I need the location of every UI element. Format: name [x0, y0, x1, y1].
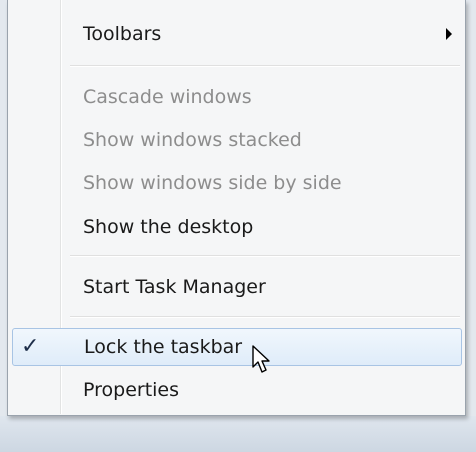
menu-item-lock-taskbar[interactable]: ✓ Lock the taskbar	[12, 328, 462, 366]
checkmark-icon: ✓	[21, 334, 40, 359]
menu-separator	[70, 255, 460, 257]
menu-item-cascade-windows[interactable]: Cascade windows	[12, 78, 462, 116]
menu-item-label: Cascade windows	[83, 86, 252, 108]
chevron-right-icon	[446, 28, 452, 40]
menu-item-toolbars[interactable]: Toolbars	[12, 15, 462, 53]
mouse-pointer-icon	[252, 345, 270, 373]
taskbar-context-menu: Toolbars Cascade windows Show windows st…	[7, 0, 466, 416]
menu-item-label: Properties	[83, 379, 180, 401]
menu-item-show-desktop[interactable]: Show the desktop	[12, 208, 462, 246]
menu-item-label: Show the desktop	[83, 216, 254, 238]
taskbar	[0, 416, 476, 452]
menu-item-label: Show windows stacked	[83, 129, 302, 151]
menu-item-show-windows-side-by-side[interactable]: Show windows side by side	[12, 164, 462, 202]
menu-item-label: Lock the taskbar	[84, 336, 243, 358]
menu-separator	[70, 316, 460, 318]
menu-item-label: Start Task Manager	[83, 276, 266, 298]
menu-item-label: Toolbars	[83, 23, 162, 45]
menu-item-properties[interactable]: Properties	[12, 371, 462, 409]
menu-item-show-windows-stacked[interactable]: Show windows stacked	[12, 121, 462, 159]
menu-item-start-task-manager[interactable]: Start Task Manager	[12, 268, 462, 306]
menu-separator	[70, 65, 460, 67]
menu-item-label: Show windows side by side	[83, 172, 342, 194]
